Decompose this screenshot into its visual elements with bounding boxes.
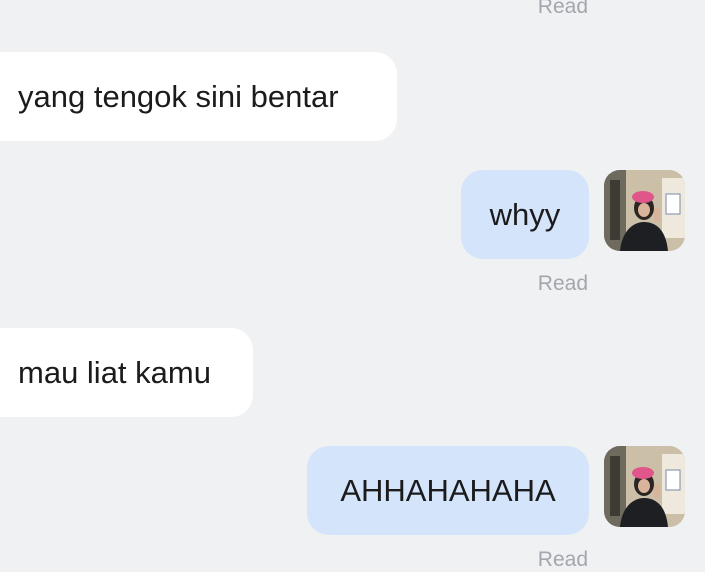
incoming-message-bubble[interactable]: yang tengok sini bentar: [0, 52, 397, 141]
message-text: mau liat kamu: [18, 354, 211, 390]
avatar[interactable]: [604, 170, 685, 251]
read-receipt-top: Read: [537, 0, 588, 18]
profile-photo-icon: [604, 170, 685, 251]
read-receipt: Read: [537, 272, 588, 295]
read-receipt: Read: [537, 548, 588, 571]
profile-photo-icon: [604, 446, 685, 527]
message-text: AHHAHAHAHA: [340, 472, 556, 508]
outgoing-message-bubble[interactable]: whyy: [461, 170, 589, 259]
avatar[interactable]: [604, 446, 685, 527]
message-text: whyy: [489, 196, 561, 232]
message-text: yang tengok sini bentar: [18, 78, 339, 114]
incoming-message-bubble[interactable]: mau liat kamu: [0, 328, 253, 417]
outgoing-message-bubble[interactable]: AHHAHAHAHA: [307, 446, 589, 535]
